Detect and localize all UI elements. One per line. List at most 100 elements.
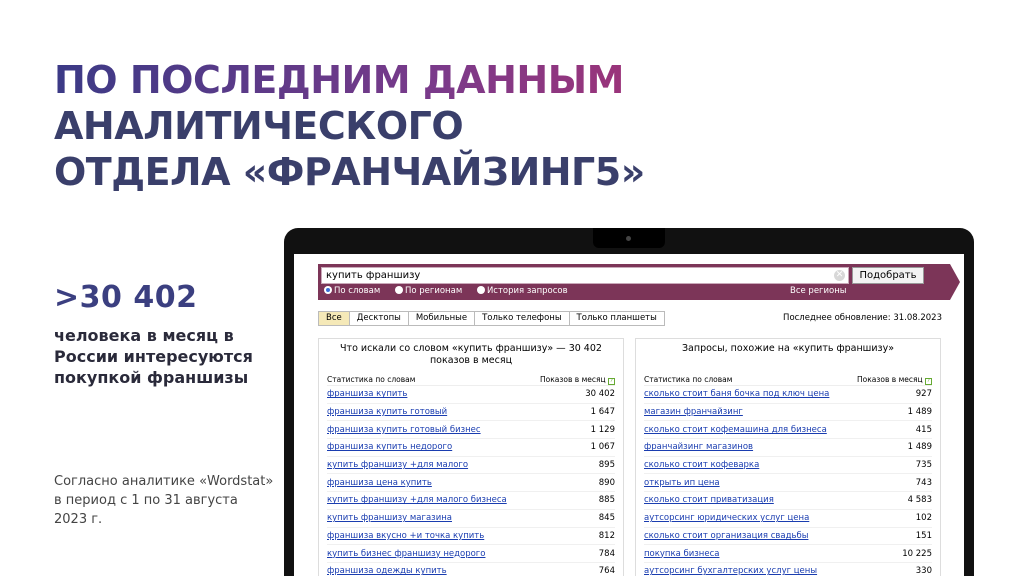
column-header-label: Показов в месяц	[540, 375, 606, 384]
regions-link[interactable]: Все регионы	[790, 286, 847, 296]
impressions-count: 1 647	[590, 407, 615, 418]
tab-phones[interactable]: Только телефоны	[475, 311, 570, 326]
tab-tablets[interactable]: Только планшеты	[569, 311, 665, 326]
query-link[interactable]: купить бизнес франшизу недорого	[327, 549, 485, 559]
query-link[interactable]: сколько стоит организация свадьбы	[644, 531, 808, 541]
impressions-count: 895	[598, 460, 615, 471]
query-link[interactable]: купить франшизу +для малого	[327, 460, 468, 470]
table-row: сколько стоит баня бочка под ключ цена 92…	[644, 386, 932, 404]
stat-value: >30 402	[54, 280, 198, 315]
table-row: сколько стоит кофемашина для бизнеса 415	[644, 421, 932, 440]
table-row: покупка бизнеса 10 225	[644, 545, 932, 563]
query-link[interactable]: франшиза купить готовый	[327, 407, 447, 417]
search-bar: купить франшизу ✕ Подобрать По словам По…	[318, 264, 960, 300]
camera-icon	[626, 236, 631, 241]
table-row: франшиза купить 30 402	[327, 386, 615, 404]
table-row: франшиза купить готовый 1 647	[327, 404, 615, 422]
table-row: франшиза цена купить 890	[327, 474, 615, 493]
query-link[interactable]: франшиза купить готовый бизнес	[327, 425, 481, 435]
search-query: купить франшизу	[326, 270, 421, 281]
table-row: франшиза купить готовый бизнес 1 129	[327, 421, 615, 440]
table-header: Статистика по словам Показов в месяц ?	[644, 375, 932, 386]
clear-icon[interactable]: ✕	[834, 270, 845, 281]
table-row: сколько стоит организация свадьбы 151	[644, 528, 932, 546]
table-row: купить франшизу магазина 845	[327, 510, 615, 528]
headline-line-3: ОТДЕЛА «ФРАНЧАЙЗИНГ5»	[54, 150, 645, 194]
impressions-count: 10 225	[902, 548, 932, 559]
impressions-count: 102	[915, 513, 932, 524]
source-note: Согласно аналитике «Wordstat» в период с…	[54, 474, 274, 527]
query-link[interactable]: сколько стоит приватизация	[644, 495, 774, 505]
query-link[interactable]: аутсорсинг юридических услуг цена	[644, 513, 809, 523]
table-row: купить бизнес франшизу недорого 784	[327, 545, 615, 563]
wordstat-screen: купить франшизу ✕ Подобрать По словам По…	[294, 254, 964, 576]
impressions-count: 784	[598, 548, 615, 559]
laptop-frame: купить франшизу ✕ Подобрать По словам По…	[284, 228, 974, 576]
panel-title: Что искали со словом «купить франшизу» —…	[340, 343, 602, 366]
query-link[interactable]: франшиза цена купить	[327, 478, 432, 488]
query-link[interactable]: купить франшизу +для малого бизнеса	[327, 495, 507, 505]
table-row: аутсорсинг бухгалтерских услуг цены 330	[644, 563, 932, 576]
query-link[interactable]: сколько стоит кофеварка	[644, 460, 759, 470]
query-link[interactable]: покупка бизнеса	[644, 549, 719, 559]
query-link[interactable]: купить франшизу магазина	[327, 513, 452, 523]
column-header-query: Статистика по словам	[327, 375, 416, 384]
radio-by-words[interactable]: По словам	[324, 286, 380, 296]
impressions-count: 735	[915, 460, 932, 471]
panel-searched-with: Что искали со словом «купить франшизу» —…	[318, 338, 624, 576]
stat-description: человека в месяц в России интересуются п…	[54, 326, 253, 387]
table-row: купить франшизу +для малого бизнеса 885	[327, 492, 615, 510]
tab-mobile[interactable]: Мобильные	[408, 311, 476, 326]
headline-line-1: ПО ПОСЛЕДНИМ ДАННЫМ	[54, 57, 754, 103]
query-link[interactable]: сколько стоит баня бочка под ключ цена	[644, 389, 829, 399]
impressions-count: 30 402	[585, 389, 615, 400]
impressions-count: 812	[598, 530, 615, 541]
table-row: купить франшизу +для малого 895	[327, 457, 615, 475]
column-header-count: Показов в месяц ?	[540, 375, 615, 385]
query-link[interactable]: франшиза вкусно +и точка купить	[327, 531, 484, 541]
impressions-count: 1 489	[907, 407, 932, 418]
query-link[interactable]: открыть ип цена	[644, 478, 720, 488]
impressions-count: 845	[598, 513, 615, 524]
impressions-count: 927	[915, 389, 932, 400]
query-link[interactable]: сколько стоит кофемашина для бизнеса	[644, 425, 827, 435]
query-link[interactable]: магазин франчайзинг	[644, 407, 743, 417]
column-header-query: Статистика по словам	[644, 375, 733, 384]
radio-icon	[394, 286, 403, 294]
query-link[interactable]: франчайзинг магазинов	[644, 442, 753, 452]
query-link[interactable]: аутсорсинг бухгалтерских услуг цены	[644, 566, 817, 576]
query-link[interactable]: франшиза одежды купить	[327, 566, 447, 576]
panel-title: Запросы, похожие на «купить франшизу»	[681, 343, 895, 354]
rows-right: сколько стоит баня бочка под ключ цена 92…	[636, 386, 940, 576]
table-row: франчайзинг магазинов 1 489	[644, 439, 932, 457]
help-icon[interactable]: ?	[608, 378, 615, 385]
impressions-count: 151	[915, 530, 932, 541]
impressions-count: 890	[598, 477, 615, 488]
search-input[interactable]: купить франшизу ✕	[321, 267, 849, 284]
table-row: франшиза вкусно +и точка купить 812	[327, 528, 615, 546]
search-button[interactable]: Подобрать	[852, 267, 924, 284]
impressions-count: 1 489	[907, 442, 932, 453]
headline: ПО ПОСЛЕДНИМ ДАННЫМ АНАЛИТИЧЕСКОГО ОТДЕЛ…	[54, 57, 754, 195]
tab-desktop[interactable]: Десктопы	[349, 311, 409, 326]
query-link[interactable]: франшиза купить	[327, 389, 407, 399]
search-mode-radios: По словам По регионам История запросов	[324, 286, 580, 296]
rows-left: франшиза купить 30 402 франшиза купить гот…	[319, 386, 623, 576]
query-link[interactable]: франшиза купить недорого	[327, 442, 452, 452]
impressions-count: 764	[598, 566, 615, 576]
radio-label: По регионам	[404, 286, 463, 296]
table-row: магазин франчайзинг 1 489	[644, 404, 932, 422]
last-update: Последнее обновление: 31.08.2023	[783, 313, 942, 323]
table-row: сколько стоит кофеварка 735	[644, 457, 932, 475]
impressions-count: 415	[915, 424, 932, 435]
table-row: открыть ип цена 743	[644, 474, 932, 493]
camera-notch	[593, 228, 665, 248]
table-row: сколько стоит приватизация 4 583	[644, 492, 932, 510]
radio-history[interactable]: История запросов	[476, 286, 568, 296]
radio-by-regions[interactable]: По регионам	[394, 286, 463, 296]
impressions-count: 4 583	[907, 495, 932, 506]
table-row: франшиза одежды купить 764	[327, 563, 615, 576]
help-icon[interactable]: ?	[925, 378, 932, 385]
tab-all[interactable]: Все	[318, 311, 350, 326]
device-tabs: Все Десктопы Мобильные Только телефоны Т…	[318, 311, 665, 326]
